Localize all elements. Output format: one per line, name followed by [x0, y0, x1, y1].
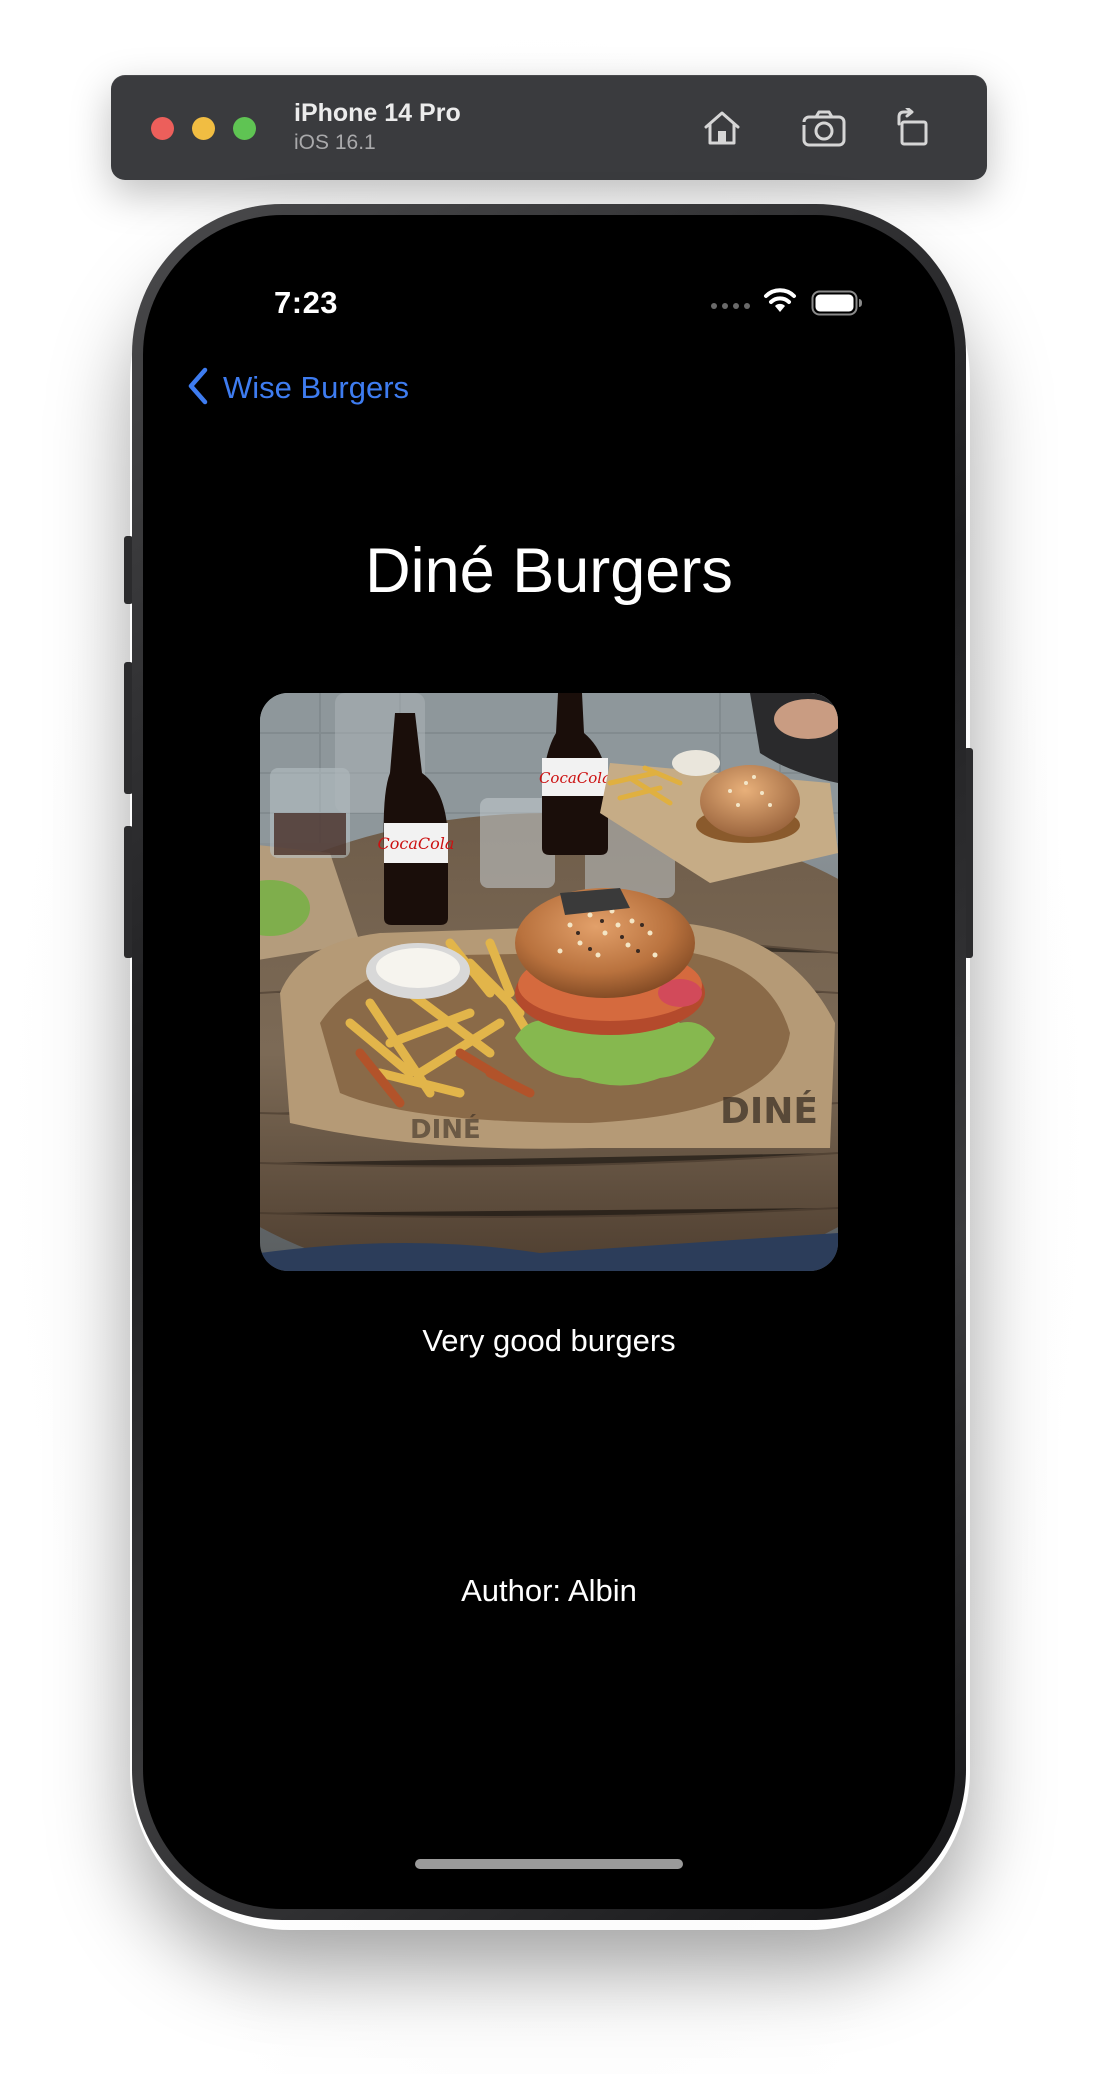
svg-text:CocaCola: CocaCola: [378, 834, 455, 853]
restaurant-description: Very good burgers: [422, 1323, 676, 1358]
back-button[interactable]: Wise Burgers: [187, 363, 409, 413]
burger-photo: CocaCola CocaCola DINÉ DINÉ: [260, 693, 838, 1271]
battery-icon: [811, 290, 863, 321]
minimize-window-button[interactable]: [192, 117, 215, 140]
simulator-stage: iPhone 14 Pro iOS 16.1 7:23 Wise Burgers…: [0, 0, 1098, 2074]
zoom-window-button[interactable]: [233, 117, 256, 140]
svg-text:DINÉ: DINÉ: [720, 1090, 818, 1132]
home-indicator[interactable]: [415, 1859, 683, 1869]
screenshot-icon[interactable]: [799, 103, 849, 153]
device-name: iPhone 14 Pro: [294, 99, 461, 127]
close-window-button[interactable]: [151, 117, 174, 140]
svg-text:CocaCola: CocaCola: [539, 769, 611, 787]
rotate-icon[interactable]: [888, 103, 938, 153]
status-time: 7:23: [274, 285, 339, 320]
phone-screen: 7:23 Wise Burgers Diné Burgers CocaCola …: [143, 215, 955, 1909]
phone-frame: 7:23 Wise Burgers Diné Burgers CocaCola …: [132, 204, 966, 1920]
home-icon[interactable]: [697, 103, 747, 153]
wifi-icon: [763, 287, 797, 318]
page-title: Diné Burgers: [365, 536, 733, 606]
dynamic-island: [435, 253, 663, 323]
device-os-version: iOS 16.1: [294, 131, 376, 154]
chevron-left-icon: [187, 367, 209, 410]
back-button-label: Wise Burgers: [223, 370, 410, 405]
cellular-dots-icon: [711, 303, 750, 309]
simulator-toolbar: iPhone 14 Pro iOS 16.1: [111, 75, 987, 180]
author-label: Author: Albin: [461, 1573, 637, 1608]
svg-text:DINÉ: DINÉ: [410, 1113, 481, 1145]
